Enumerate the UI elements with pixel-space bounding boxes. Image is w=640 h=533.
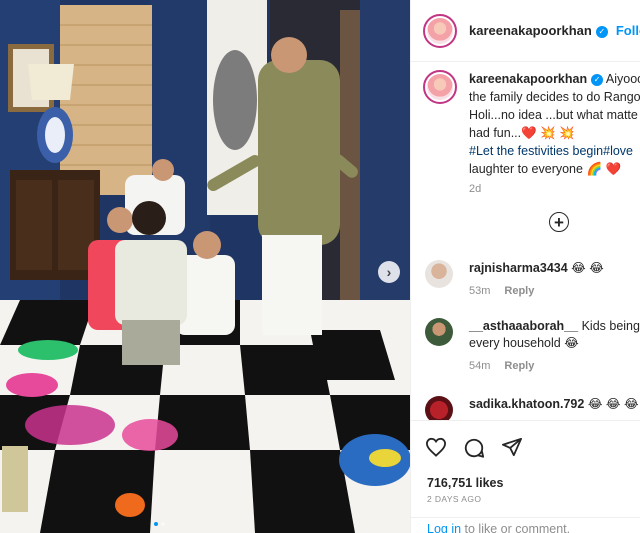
comment-item: rajnisharma3434 😂 😂 53m Reply: [425, 260, 640, 300]
comments-section[interactable]: kareenakapoorkhan ✓ Aiyoooo the family de…: [411, 62, 640, 420]
comment-time[interactable]: 53m: [469, 285, 490, 297]
header-username[interactable]: kareenakapoorkhan ✓: [469, 23, 608, 38]
caption-username[interactable]: kareenakapoorkhan: [469, 72, 587, 86]
share-icon[interactable]: [501, 437, 523, 457]
load-more-comments-button[interactable]: +: [549, 212, 569, 232]
profile-avatar[interactable]: [423, 13, 457, 48]
likes-count[interactable]: 716,751 likes: [427, 476, 503, 490]
comment-text: Kids being k: [581, 319, 640, 333]
caption-line2: the family decides to do Rango: [469, 90, 640, 104]
caption-line4: had fun...: [469, 126, 522, 140]
commenter-avatar[interactable]: [425, 260, 453, 288]
comment-username[interactable]: rajnisharma3434: [469, 261, 568, 275]
caption-line6: laughter to everyone: [469, 162, 583, 176]
post-photo[interactable]: ›: [0, 0, 410, 533]
caption-time[interactable]: 2d: [469, 180, 640, 198]
post-actions: 716,751 likes 2 DAYS AGO Log in to like …: [411, 420, 640, 533]
verified-icon: ✓: [595, 25, 608, 38]
comment-item: __asthaaaborah__ Kids being k every hous…: [425, 318, 640, 375]
caption-emoji: ❤️ 💥 💥: [521, 126, 575, 140]
comment-username[interactable]: __asthaaaborah__: [469, 319, 578, 333]
comment-item: sadika.khatoon.792 😂 😂 😂 😂: [425, 396, 640, 420]
post-sidebar: kareenakapoorkhan✓ Follo kareenakapoorkh…: [410, 0, 640, 533]
photo-illustration: [0, 0, 410, 533]
login-prompt: Log in to like or comment.: [411, 517, 640, 533]
hashtag-link[interactable]: #Let the festivities begin: [469, 144, 603, 158]
caption-avatar[interactable]: [423, 70, 457, 104]
comment-username[interactable]: sadika.khatoon.792: [469, 397, 584, 411]
heart-icon[interactable]: [425, 437, 447, 457]
hashtag-link[interactable]: #love: [603, 144, 633, 158]
carousel-next-button[interactable]: ›: [378, 261, 400, 283]
post-header: kareenakapoorkhan✓ Follo: [411, 0, 640, 62]
reply-button[interactable]: Reply: [504, 285, 534, 297]
caption-emoji: 🌈 ❤️: [586, 162, 622, 176]
comment-text: 😂 😂: [571, 261, 604, 275]
carousel-dots: [154, 522, 165, 526]
reply-button[interactable]: Reply: [504, 360, 534, 372]
follow-button[interactable]: Follo: [616, 23, 640, 38]
caption: kareenakapoorkhan ✓ Aiyoooo the family de…: [411, 62, 640, 198]
carousel-dot-active: [154, 522, 158, 526]
comment-text: 😂 😂 😂 😂: [587, 397, 640, 411]
verified-icon: ✓: [591, 73, 604, 86]
comment-icon[interactable]: [463, 437, 485, 459]
caption-line3: Holi...no idea ...but what matte: [469, 108, 638, 122]
login-text: to like or comment.: [461, 522, 571, 533]
caption-line1: Aiyoooo: [605, 72, 640, 86]
comment-text-line2: every household 😂: [469, 336, 579, 350]
commenter-avatar[interactable]: [425, 396, 453, 420]
login-link[interactable]: Log in: [427, 522, 461, 533]
comment-time[interactable]: 54m: [469, 360, 490, 372]
commenter-avatar[interactable]: [425, 318, 453, 346]
carousel-dot: [161, 522, 165, 526]
post-date[interactable]: 2 DAYS AGO: [427, 494, 481, 504]
